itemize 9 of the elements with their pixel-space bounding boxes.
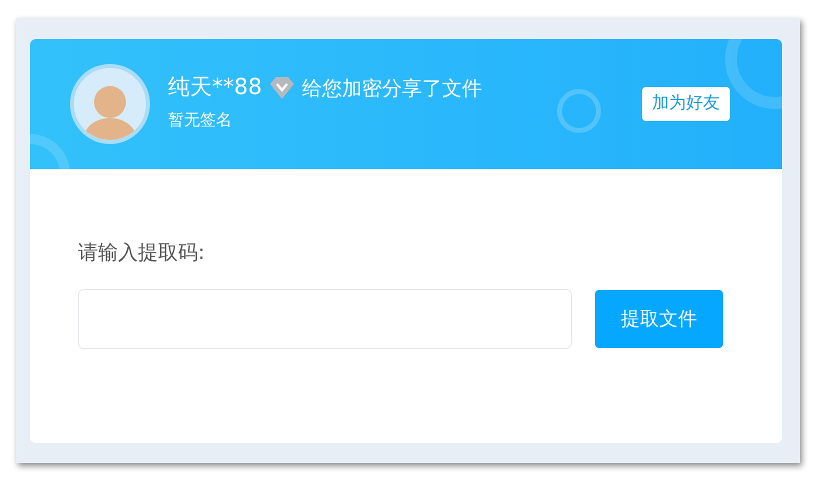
share-message: 给您加密分享了文件 [302, 78, 482, 98]
diamond-icon [268, 76, 296, 100]
code-input-field[interactable] [78, 289, 572, 349]
add-friend-button[interactable]: 加为好友 [642, 87, 730, 121]
ring-decoration [557, 89, 601, 133]
code-label: 请输入提取码: [78, 239, 206, 266]
signature-text: 暂无签名 [168, 109, 232, 131]
extract-file-button[interactable]: 提取文件 [595, 290, 723, 348]
user-name: 纯天**88 [168, 77, 262, 99]
